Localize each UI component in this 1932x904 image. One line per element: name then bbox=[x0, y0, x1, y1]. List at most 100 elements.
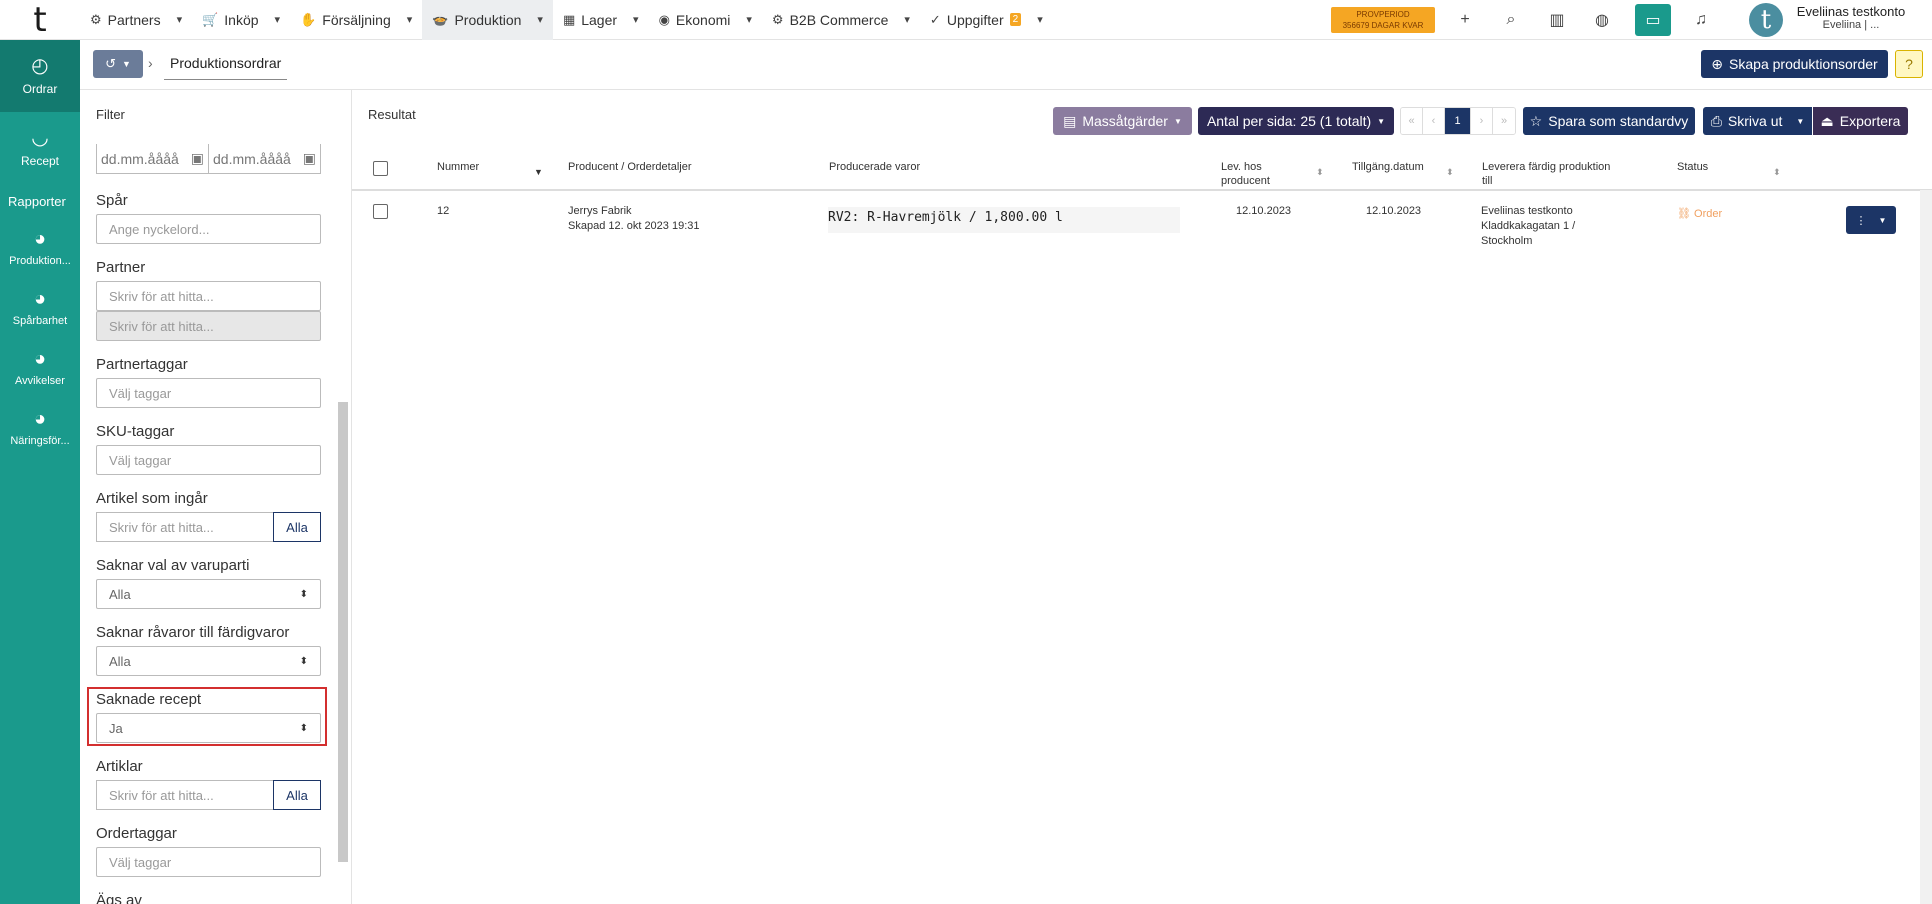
col-lev[interactable]: Lev. hos producent bbox=[1221, 160, 1270, 188]
create-production-order-button[interactable]: ⊕ Skapa produktionsorder bbox=[1701, 50, 1888, 78]
plus-icon[interactable]: + bbox=[1453, 8, 1477, 32]
artiklar-input[interactable]: Skriv för att hitta... bbox=[96, 780, 273, 810]
table-row[interactable]: 12 Jerrys Fabrik Skapad 12. okt 2023 19:… bbox=[352, 193, 1932, 253]
sku-taggar-input[interactable]: Välj taggar bbox=[96, 445, 321, 475]
nav-lager[interactable]: ▦ Lager ▾ bbox=[553, 0, 649, 40]
row-checkbox[interactable] bbox=[373, 204, 388, 219]
avatar[interactable]: t bbox=[1749, 3, 1783, 37]
link-icon: ⛓ bbox=[1677, 208, 1691, 220]
partnertaggar-label: Partnertaggar bbox=[96, 356, 188, 373]
date-placeholder: dd.mm.åååå bbox=[213, 150, 291, 167]
date-to-input[interactable]: dd.mm.åååå ▣ bbox=[209, 144, 320, 173]
sidebar-report-avvikelser[interactable]: ◕ Avvikelser bbox=[0, 337, 80, 397]
col-number[interactable]: Nummer bbox=[437, 160, 479, 174]
nav-ekonomi[interactable]: ◉ Ekonomi ▾ bbox=[649, 0, 762, 40]
barcode-icon[interactable]: ▥ bbox=[1545, 8, 1569, 32]
history-button[interactable]: ↺ ▼ bbox=[93, 50, 143, 78]
page-next-button[interactable]: › bbox=[1471, 108, 1493, 134]
export-label: Exportera bbox=[1839, 113, 1901, 129]
ordertaggar-input[interactable]: Välj taggar bbox=[96, 847, 321, 877]
ordertaggar-label: Ordertaggar bbox=[96, 825, 177, 842]
sku-taggar-label: SKU-taggar bbox=[96, 423, 175, 440]
partnertaggar-input[interactable]: Välj taggar bbox=[96, 378, 321, 408]
account-user: Eveliina | ... bbox=[1822, 19, 1880, 31]
col-available[interactable]: Tillgäng.datum bbox=[1352, 160, 1424, 174]
chevron-down-icon[interactable]: ▾ bbox=[537, 13, 543, 26]
caret-down-icon: ▼ bbox=[1173, 116, 1182, 126]
deliver-to: Eveliinas testkonto Kladdkakagatan 1 / S… bbox=[1481, 204, 1575, 249]
page-scrollbar[interactable] bbox=[1920, 190, 1932, 904]
col-status[interactable]: Status bbox=[1677, 160, 1708, 174]
artikel-input[interactable]: Skriv för att hitta... bbox=[96, 512, 273, 542]
page-current-button[interactable]: 1 bbox=[1445, 108, 1471, 134]
chevron-down-icon[interactable]: ▾ bbox=[177, 13, 183, 26]
recept-select[interactable]: Ja ⬍ bbox=[96, 713, 321, 743]
partner-input[interactable]: Skriv för att hitta... bbox=[96, 281, 321, 311]
nav-forsaljning[interactable]: ✋ Försäljning ▾ bbox=[290, 0, 422, 40]
nav-b2b-commerce[interactable]: ⚙ B2B Commerce ▾ bbox=[762, 0, 920, 40]
main-menu: ⚙ Partners ▾ 🛒 Inköp ▾ ✋ Försäljning ▾ 🍲… bbox=[80, 0, 1053, 40]
artikel-all-button[interactable]: Alla bbox=[273, 512, 321, 542]
help-button[interactable]: ? bbox=[1895, 50, 1923, 78]
chevron-down-icon[interactable]: ▾ bbox=[904, 13, 910, 26]
ags-av-label: Ägs av bbox=[96, 892, 142, 904]
nav-uppgifter[interactable]: ✓ Uppgifter 2 ▾ bbox=[920, 0, 1053, 40]
sort-icon[interactable]: ⬍ bbox=[1773, 167, 1781, 178]
print-button[interactable]: ⎙ Skriva ut ▼ bbox=[1703, 107, 1812, 135]
sidebar-item-ordrar[interactable]: ◴ Ordrar bbox=[0, 40, 80, 112]
chevron-down-icon[interactable]: ▾ bbox=[746, 13, 752, 26]
producer-name[interactable]: Jerrys Fabrik bbox=[568, 204, 700, 219]
export-button[interactable]: ⏏ Exportera bbox=[1813, 107, 1908, 135]
sort-desc-icon[interactable]: ▼ bbox=[534, 167, 543, 177]
chevron-down-icon[interactable]: ▾ bbox=[407, 13, 413, 26]
partner-placeholder: Skriv för att hitta... bbox=[109, 318, 214, 334]
ravaror-select[interactable]: Alla ⬍ bbox=[96, 646, 321, 676]
sidebar-report-produktion[interactable]: ◕ Produktion... bbox=[0, 217, 80, 277]
chevron-down-icon[interactable]: ▾ bbox=[275, 13, 281, 26]
account-menu[interactable]: Eveliinas testkonto Eveliina | ... bbox=[1791, 4, 1911, 31]
ravaror-label: Saknar råvaror till färdigvaror bbox=[96, 624, 290, 641]
sidebar-item-recept[interactable]: ◡ Recept bbox=[0, 112, 80, 184]
ravaror-value: Alla bbox=[109, 653, 131, 669]
chevron-down-icon[interactable]: ▾ bbox=[1037, 13, 1043, 26]
status-badge: ⛓ Order bbox=[1677, 207, 1722, 220]
varuparti-select[interactable]: Alla ⬍ bbox=[96, 579, 321, 609]
sidebar-report-sparbarhet[interactable]: ◕ Spårbarhet bbox=[0, 277, 80, 337]
pie-chart-icon: ◕ bbox=[33, 287, 47, 310]
sidebar-report-naringsforklaring[interactable]: ◕ Näringsför... bbox=[0, 397, 80, 457]
artiklar-all-button[interactable]: Alla bbox=[273, 780, 321, 810]
search-icon[interactable]: ⌕ bbox=[1499, 8, 1523, 32]
save-default-view-button[interactable]: ☆ Spara som standardvy bbox=[1523, 107, 1695, 135]
spar-input[interactable]: Ange nyckelord... bbox=[96, 214, 321, 244]
nav-partners[interactable]: ⚙ Partners ▾ bbox=[80, 0, 192, 40]
b2b-icon: ⚙ bbox=[771, 11, 784, 27]
pot-icon: 🍲 bbox=[432, 11, 449, 27]
page-first-button[interactable]: « bbox=[1401, 108, 1423, 134]
nav-inkop[interactable]: 🛒 Inköp ▾ bbox=[192, 0, 290, 40]
chevron-down-icon[interactable]: ▾ bbox=[633, 13, 639, 26]
partner-placeholder: Skriv för att hitta... bbox=[109, 288, 214, 304]
order-number[interactable]: 12 bbox=[437, 204, 449, 219]
partner-label: Partner bbox=[96, 259, 146, 276]
app-logo[interactable]: t bbox=[0, 0, 80, 40]
calendar-icon[interactable]: ▣ bbox=[191, 150, 204, 167]
row-actions-button[interactable]: ⋮ ▼ bbox=[1846, 206, 1896, 234]
bell-icon[interactable]: ♫ bbox=[1689, 8, 1713, 32]
globe-icon[interactable]: ◍ bbox=[1590, 8, 1614, 32]
page-title[interactable]: Produktionsordrar bbox=[164, 55, 288, 80]
per-page-button[interactable]: Antal per sida: 25 (1 totalt) ▼ bbox=[1198, 107, 1394, 135]
nav-label: Inköp bbox=[224, 11, 259, 28]
sort-icon[interactable]: ⬍ bbox=[1446, 167, 1454, 178]
calendar-icon[interactable]: ▣ bbox=[303, 150, 316, 167]
nav-produktion[interactable]: 🍲 Produktion ▾ bbox=[422, 0, 553, 40]
trial-period-badge[interactable]: PROVPERIOD 356679 DAGAR KVAR bbox=[1331, 7, 1435, 33]
date-from-input[interactable]: dd.mm.åååå ▣ bbox=[97, 144, 209, 173]
mass-actions-button[interactable]: ▤ Massåtgärder ▼ bbox=[1053, 107, 1192, 135]
page-prev-button[interactable]: ‹ bbox=[1423, 108, 1445, 134]
select-all-checkbox[interactable] bbox=[373, 161, 388, 176]
filter-scrollbar[interactable] bbox=[338, 402, 348, 862]
sort-icon[interactable]: ⬍ bbox=[1316, 167, 1324, 178]
chat-icon[interactable]: ▭ bbox=[1635, 4, 1671, 36]
pie-chart-icon: ◕ bbox=[33, 347, 47, 370]
page-last-button[interactable]: » bbox=[1493, 108, 1515, 134]
